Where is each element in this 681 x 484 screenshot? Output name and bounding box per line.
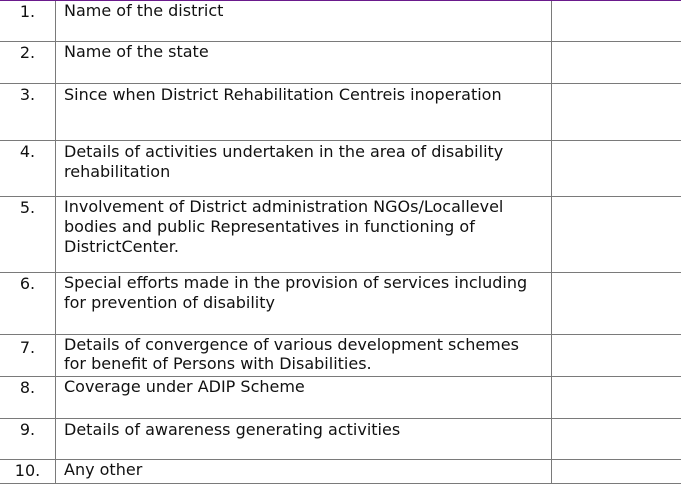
row-number: 2. xyxy=(0,42,56,84)
table-row: 1. Name of the district xyxy=(0,1,681,42)
row-answer-cell[interactable] xyxy=(552,335,681,377)
row-number: 3. xyxy=(0,84,56,141)
row-number: 8. xyxy=(0,377,56,419)
table-row: 5. Involvement of District administratio… xyxy=(0,197,681,273)
row-answer-cell[interactable] xyxy=(552,197,681,273)
table-row: 10. Any other xyxy=(0,460,681,484)
row-number: 7. xyxy=(0,335,56,377)
row-question: Name of the state xyxy=(56,42,552,84)
row-question: Coverage under ADIP Scheme xyxy=(56,377,552,419)
table-row: 9. Details of awareness generating activ… xyxy=(0,419,681,460)
row-answer-cell[interactable] xyxy=(552,1,681,42)
row-question: Any other xyxy=(56,460,552,484)
row-answer-cell[interactable] xyxy=(552,273,681,335)
row-answer-cell[interactable] xyxy=(552,42,681,84)
table-row: 2. Name of the state xyxy=(0,42,681,84)
table-row: 7. Details of convergence of various dev… xyxy=(0,335,681,377)
row-answer-cell[interactable] xyxy=(552,460,681,484)
row-answer-cell[interactable] xyxy=(552,84,681,141)
row-question: Involvement of District administration N… xyxy=(56,197,552,273)
table-row: 8. Coverage under ADIP Scheme xyxy=(0,377,681,419)
row-question: Special efforts made in the provision of… xyxy=(56,273,552,335)
row-number: 4. xyxy=(0,141,56,197)
table-row: 6. Special efforts made in the provision… xyxy=(0,273,681,335)
row-question: Details of awareness generating activiti… xyxy=(56,419,552,460)
row-question: Name of the district xyxy=(56,1,552,42)
table-row: 4. Details of activities undertaken in t… xyxy=(0,141,681,197)
row-answer-cell[interactable] xyxy=(552,141,681,197)
table-row: 3. Since when District Rehabilitation Ce… xyxy=(0,84,681,141)
row-number: 9. xyxy=(0,419,56,460)
row-number: 10. xyxy=(0,460,56,484)
row-number: 6. xyxy=(0,273,56,335)
row-number: 5. xyxy=(0,197,56,273)
row-question: Since when District Rehabilitation Centr… xyxy=(56,84,552,141)
row-question: Details of convergence of various develo… xyxy=(56,335,552,377)
row-number: 1. xyxy=(0,1,56,42)
row-answer-cell[interactable] xyxy=(552,419,681,460)
row-question: Details of activities undertaken in the … xyxy=(56,141,552,197)
row-answer-cell[interactable] xyxy=(552,377,681,419)
district-rehabilitation-form-table: 1. Name of the district 2. Name of the s… xyxy=(0,1,681,484)
